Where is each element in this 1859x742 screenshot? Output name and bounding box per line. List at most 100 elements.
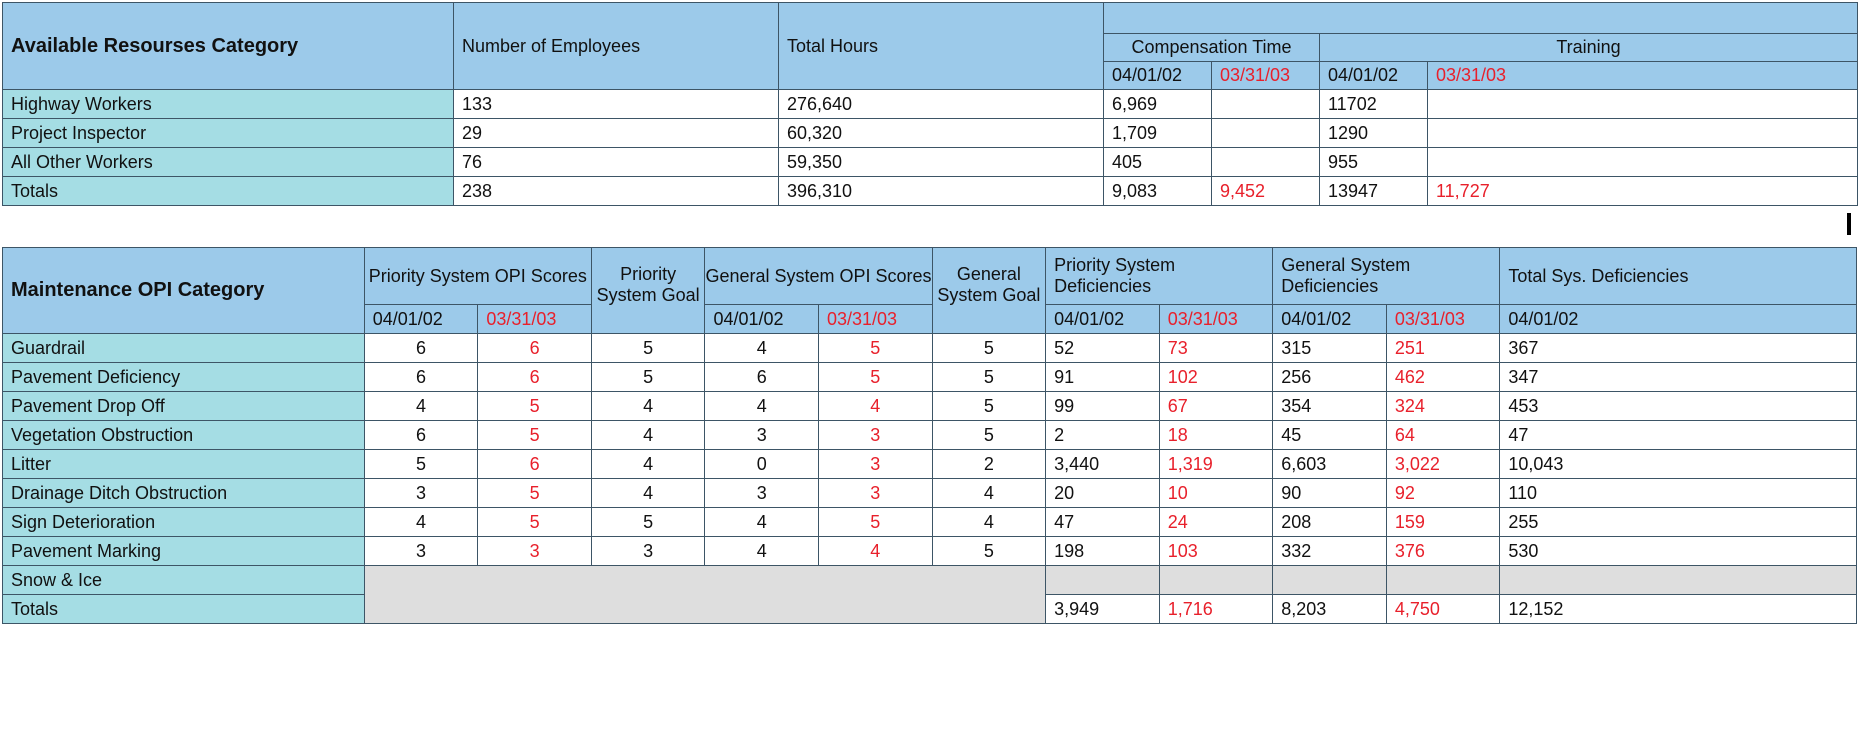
gs-a-cell: 4 (704, 391, 819, 421)
row-category: Pavement Drop Off (2, 391, 365, 421)
gs-a-cell: 4 (704, 536, 819, 566)
gd-b-cell: 92 (1385, 478, 1501, 508)
row-category: Guardrail (2, 333, 365, 363)
opi-category-header: Maintenance OPI Category (2, 247, 365, 334)
general-deficiencies-header: General System Deficiencies (1272, 247, 1501, 305)
comp-a-cell: 405 (1103, 147, 1212, 177)
pd-a-cell: 198 (1045, 536, 1160, 566)
ps-date-b: 03/31/03 (477, 304, 592, 334)
ps-b-cell: 6 (477, 333, 592, 363)
gd-a-cell: 6,603 (1272, 449, 1387, 479)
resources-header-blank (1103, 2, 1858, 34)
row-category: Sign Deterioration (2, 507, 365, 537)
general-goal-header: General System Goal (931, 247, 1047, 334)
gs-a-cell: 6 (704, 362, 819, 392)
table-row: Vegetation Obstruction 6 5 4 3 3 5 2 18 … (2, 420, 1857, 450)
pgoal-cell: 5 (590, 333, 706, 363)
pd-b-cell: 102 (1158, 362, 1274, 392)
comp-b-cell: 9,452 (1211, 176, 1320, 206)
ps-b-cell: 5 (477, 478, 592, 508)
train-a-cell: 11702 (1319, 89, 1428, 119)
train-b-cell (1427, 118, 1858, 148)
pgoal-cell: 5 (590, 507, 706, 537)
shaded-cell (1499, 565, 1857, 595)
pd-a-cell: 91 (1045, 362, 1160, 392)
resources-table: Available Resourses Category Number of E… (2, 2, 1858, 206)
pgoal-cell: 4 (590, 391, 706, 421)
ggoal-cell: 5 (931, 536, 1047, 566)
ps-a-cell: 5 (363, 449, 479, 479)
pd-b-cell: 1,716 (1158, 594, 1274, 624)
gd-a-cell: 256 (1272, 362, 1387, 392)
employees-header: Number of Employees (453, 2, 779, 90)
pd-a-cell: 99 (1045, 391, 1160, 421)
td-a-cell: 10,043 (1499, 449, 1857, 479)
table-row: Sign Deterioration 4 5 5 4 5 4 47 24 208… (2, 507, 1857, 537)
pd-b-cell: 73 (1158, 333, 1274, 363)
ps-date-a: 04/01/02 (363, 304, 479, 334)
gd-a-cell: 8,203 (1272, 594, 1387, 624)
gd-b-cell: 462 (1385, 362, 1501, 392)
gs-b-cell: 3 (818, 420, 933, 450)
gd-a-cell: 90 (1272, 478, 1387, 508)
table-row: Pavement Drop Off 4 5 4 4 4 5 99 67 354 … (2, 391, 1857, 421)
gs-b-cell: 5 (818, 362, 933, 392)
gs-b-cell: 5 (818, 333, 933, 363)
ggoal-cell: 4 (931, 507, 1047, 537)
ps-b-cell: 5 (477, 420, 592, 450)
td-date-a: 04/01/02 (1499, 304, 1857, 334)
train-a-cell: 13947 (1319, 176, 1428, 206)
table-row: Guardrail 6 6 5 4 5 5 52 73 315 251 367 (2, 333, 1857, 363)
comp-a-cell: 6,969 (1103, 89, 1212, 119)
gd-b-cell: 251 (1385, 333, 1501, 363)
gs-date-a: 04/01/02 (704, 304, 819, 334)
compensation-time-header: Compensation Time (1103, 33, 1320, 62)
priority-deficiencies-header: Priority System Deficiencies (1045, 247, 1274, 305)
employees-cell: 76 (453, 147, 779, 177)
ps-a-cell: 3 (363, 478, 479, 508)
training-header: Training (1319, 33, 1858, 62)
gs-b-cell: 5 (818, 507, 933, 537)
ps-b-cell: 6 (477, 449, 592, 479)
shaded-cell (1158, 565, 1274, 595)
gd-b-cell: 159 (1385, 507, 1501, 537)
table-row: All Other Workers 76 59,350 405 955 (2, 147, 1858, 177)
hours-cell: 396,310 (778, 176, 1104, 206)
td-a-cell: 453 (1499, 391, 1857, 421)
gs-b-cell: 3 (818, 478, 933, 508)
gs-b-cell: 4 (818, 391, 933, 421)
train-b-cell: 11,727 (1427, 176, 1858, 206)
priority-goal-header: Priority System Goal (590, 247, 706, 334)
gd-b-cell: 3,022 (1385, 449, 1501, 479)
row-category: Totals (2, 594, 365, 624)
table-row: Pavement Marking 3 3 3 4 4 5 198 103 332… (2, 536, 1857, 566)
comp-b-cell (1211, 89, 1320, 119)
ggoal-cell: 5 (931, 391, 1047, 421)
gd-b-cell: 324 (1385, 391, 1501, 421)
gd-b-cell: 376 (1385, 536, 1501, 566)
total-deficiencies-header: Total Sys. Deficiencies (1499, 247, 1857, 305)
ps-a-cell: 3 (363, 536, 479, 566)
comp-b-cell (1211, 118, 1320, 148)
td-a-cell: 347 (1499, 362, 1857, 392)
gs-a-cell: 4 (704, 333, 819, 363)
gd-b-cell: 64 (1385, 420, 1501, 450)
row-category: Pavement Deficiency (2, 362, 365, 392)
gd-a-cell: 208 (1272, 507, 1387, 537)
td-a-cell: 110 (1499, 478, 1857, 508)
td-a-cell: 47 (1499, 420, 1857, 450)
gs-a-cell: 3 (704, 420, 819, 450)
table-row: Project Inspector 29 60,320 1,709 1290 (2, 118, 1858, 148)
table-row: Litter 5 6 4 0 3 2 3,440 1,319 6,603 3,0… (2, 449, 1857, 479)
train-date-b: 03/31/03 (1427, 61, 1858, 90)
pgoal-cell: 4 (590, 420, 706, 450)
gs-b-cell: 4 (818, 536, 933, 566)
train-a-cell: 1290 (1319, 118, 1428, 148)
row-category: Pavement Marking (2, 536, 365, 566)
pd-a-cell: 52 (1045, 333, 1160, 363)
pd-date-b: 03/31/03 (1158, 304, 1274, 334)
employees-cell: 238 (453, 176, 779, 206)
hours-cell: 60,320 (778, 118, 1104, 148)
comp-b-cell (1211, 147, 1320, 177)
ps-a-cell: 6 (363, 333, 479, 363)
